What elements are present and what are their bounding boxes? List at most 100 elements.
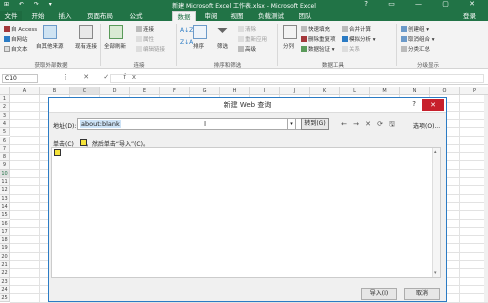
column-header[interactable]: L <box>340 87 370 95</box>
tab-page-layout[interactable]: 页面布局 <box>81 11 119 21</box>
stop-icon[interactable]: ✕ <box>362 120 374 128</box>
tab-load-test[interactable]: 负载测试 <box>253 11 289 21</box>
column-header[interactable]: C <box>70 87 100 95</box>
relationships-button[interactable]: 关系 <box>342 45 360 53</box>
row-header[interactable]: 10 <box>0 169 10 178</box>
sort-button[interactable]: 排序 <box>193 42 204 50</box>
tab-team[interactable]: 团队 <box>293 11 317 21</box>
refresh-icon[interactable]: ⟳ <box>374 120 386 128</box>
column-header[interactable]: G <box>190 87 220 95</box>
row-header[interactable]: 9 <box>0 161 10 170</box>
edit-links-button[interactable]: 编辑链接 <box>136 45 165 53</box>
clear-button[interactable]: 清除 <box>238 25 256 33</box>
column-header[interactable]: I <box>250 87 280 95</box>
cancel-button[interactable]: 取消 <box>404 288 440 300</box>
what-if-button[interactable]: 模拟分析 ▾ <box>342 35 376 43</box>
filter-button[interactable]: 筛选 <box>217 42 228 50</box>
subtotal-button[interactable]: 分类汇总 <box>401 45 430 53</box>
column-header[interactable]: A <box>10 87 40 95</box>
row-header[interactable]: 22 <box>0 269 10 278</box>
from-web-button[interactable]: 自网站 <box>4 35 28 43</box>
quick-access-toolbar[interactable]: ⊞ ↶ ↷ ▾ <box>4 1 56 8</box>
row-header[interactable]: 1 <box>0 95 10 104</box>
row-header[interactable]: 8 <box>0 153 10 162</box>
import-button[interactable]: 导入(I) <box>361 288 397 300</box>
column-header[interactable]: K <box>310 87 340 95</box>
tab-home[interactable]: 开始 <box>26 11 50 21</box>
connections-button[interactable]: 连接 <box>136 25 154 33</box>
row-header[interactable]: 11 <box>0 178 10 187</box>
other-sources-button[interactable]: 自其他来源 <box>36 42 64 50</box>
column-header[interactable]: N <box>400 87 430 95</box>
column-header[interactable]: F <box>160 87 190 95</box>
scroll-up-icon[interactable]: ▴ <box>434 149 437 155</box>
login-link[interactable]: 登录 <box>463 11 476 21</box>
browser-scrollbar[interactable]: ▴ ▾ <box>432 148 440 277</box>
ungroup-button[interactable]: 取消组合 ▾ <box>401 35 435 43</box>
remove-duplicates-button[interactable]: 删除重复项 <box>301 35 336 43</box>
tab-file[interactable]: 文件 <box>0 11 22 21</box>
row-header[interactable]: 20 <box>0 252 10 261</box>
row-header[interactable]: 4 <box>0 119 10 129</box>
text-to-columns-button[interactable]: 分列 <box>283 42 294 50</box>
row-header[interactable]: 6 <box>0 136 10 145</box>
tab-formulas[interactable]: 公式 <box>124 11 148 21</box>
row-header[interactable]: 2 <box>0 103 10 112</box>
tab-view[interactable]: 视图 <box>225 11 249 21</box>
tab-insert[interactable]: 插入 <box>53 11 77 21</box>
back-icon[interactable]: ← <box>338 120 350 128</box>
row-header[interactable]: 13 <box>0 194 10 203</box>
options-button[interactable]: 选项(O)... <box>413 121 440 130</box>
tab-review[interactable]: 审阅 <box>199 11 223 21</box>
name-box[interactable]: C10 <box>2 74 38 83</box>
forward-icon[interactable]: → <box>350 120 362 128</box>
tab-data[interactable]: 数据 <box>172 11 196 21</box>
row-header[interactable]: 5 <box>0 128 10 137</box>
column-header[interactable]: E <box>130 87 160 95</box>
row-header[interactable]: 7 <box>0 144 10 154</box>
help-button[interactable]: ? <box>412 100 416 108</box>
vertical-scrollbar[interactable] <box>484 95 488 302</box>
row-header[interactable]: 24 <box>0 285 10 295</box>
sort-az-icon[interactable]: A↓Z <box>180 27 193 34</box>
column-header[interactable]: O <box>430 87 460 95</box>
from-access-button[interactable]: 自 Access <box>4 25 37 33</box>
scroll-down-icon[interactable]: ▾ <box>434 270 437 276</box>
window-controls[interactable]: ? ▭ — ▢ ✕ <box>364 0 484 8</box>
go-button[interactable]: 转到(G) <box>301 118 329 130</box>
page-select-arrow-icon[interactable] <box>54 149 61 156</box>
row-header[interactable]: 12 <box>0 186 10 195</box>
row-header[interactable]: 18 <box>0 236 10 245</box>
row-header[interactable]: 17 <box>0 227 10 237</box>
row-header[interactable]: 16 <box>0 219 10 228</box>
row-header[interactable]: 25 <box>0 294 10 303</box>
properties-button[interactable]: 属性 <box>136 35 154 43</box>
save-query-icon[interactable]: 🖫 <box>386 120 398 131</box>
column-header[interactable]: M <box>370 87 400 95</box>
data-validation-button[interactable]: 数据验证 ▾ <box>301 45 335 53</box>
consolidate-button[interactable]: 合并计算 <box>342 25 371 33</box>
address-input[interactable]: about:blank I <box>77 118 317 130</box>
from-text-button[interactable]: 自文本 <box>4 45 28 53</box>
group-button[interactable]: 创建组 ▾ <box>401 25 429 33</box>
column-header[interactable]: P <box>460 87 488 95</box>
column-header[interactable]: H <box>220 87 250 95</box>
row-header[interactable]: 14 <box>0 202 10 212</box>
row-header[interactable]: 23 <box>0 277 10 286</box>
row-header[interactable]: 15 <box>0 211 10 220</box>
close-button[interactable]: ✕ <box>422 99 444 111</box>
refresh-all-button[interactable]: 全部刷新 <box>104 42 126 50</box>
flash-fill-button[interactable]: 快速填充 <box>301 25 330 33</box>
advanced-button[interactable]: 高级 <box>238 45 256 53</box>
column-header[interactable]: D <box>100 87 130 95</box>
reapply-button[interactable]: 重新应用 <box>238 35 267 43</box>
column-header[interactable]: B <box>40 87 70 95</box>
sort-za-icon[interactable]: Z↓A <box>180 39 193 46</box>
address-dropdown-chevron-icon[interactable]: ▾ <box>287 118 296 130</box>
row-header[interactable]: 19 <box>0 244 10 253</box>
select-all-corner[interactable] <box>0 87 10 95</box>
row-header[interactable]: 21 <box>0 261 10 270</box>
web-browser-pane[interactable]: ▴ ▾ <box>51 147 441 278</box>
formula-input[interactable] <box>110 74 484 83</box>
row-header[interactable]: 3 <box>0 111 10 120</box>
